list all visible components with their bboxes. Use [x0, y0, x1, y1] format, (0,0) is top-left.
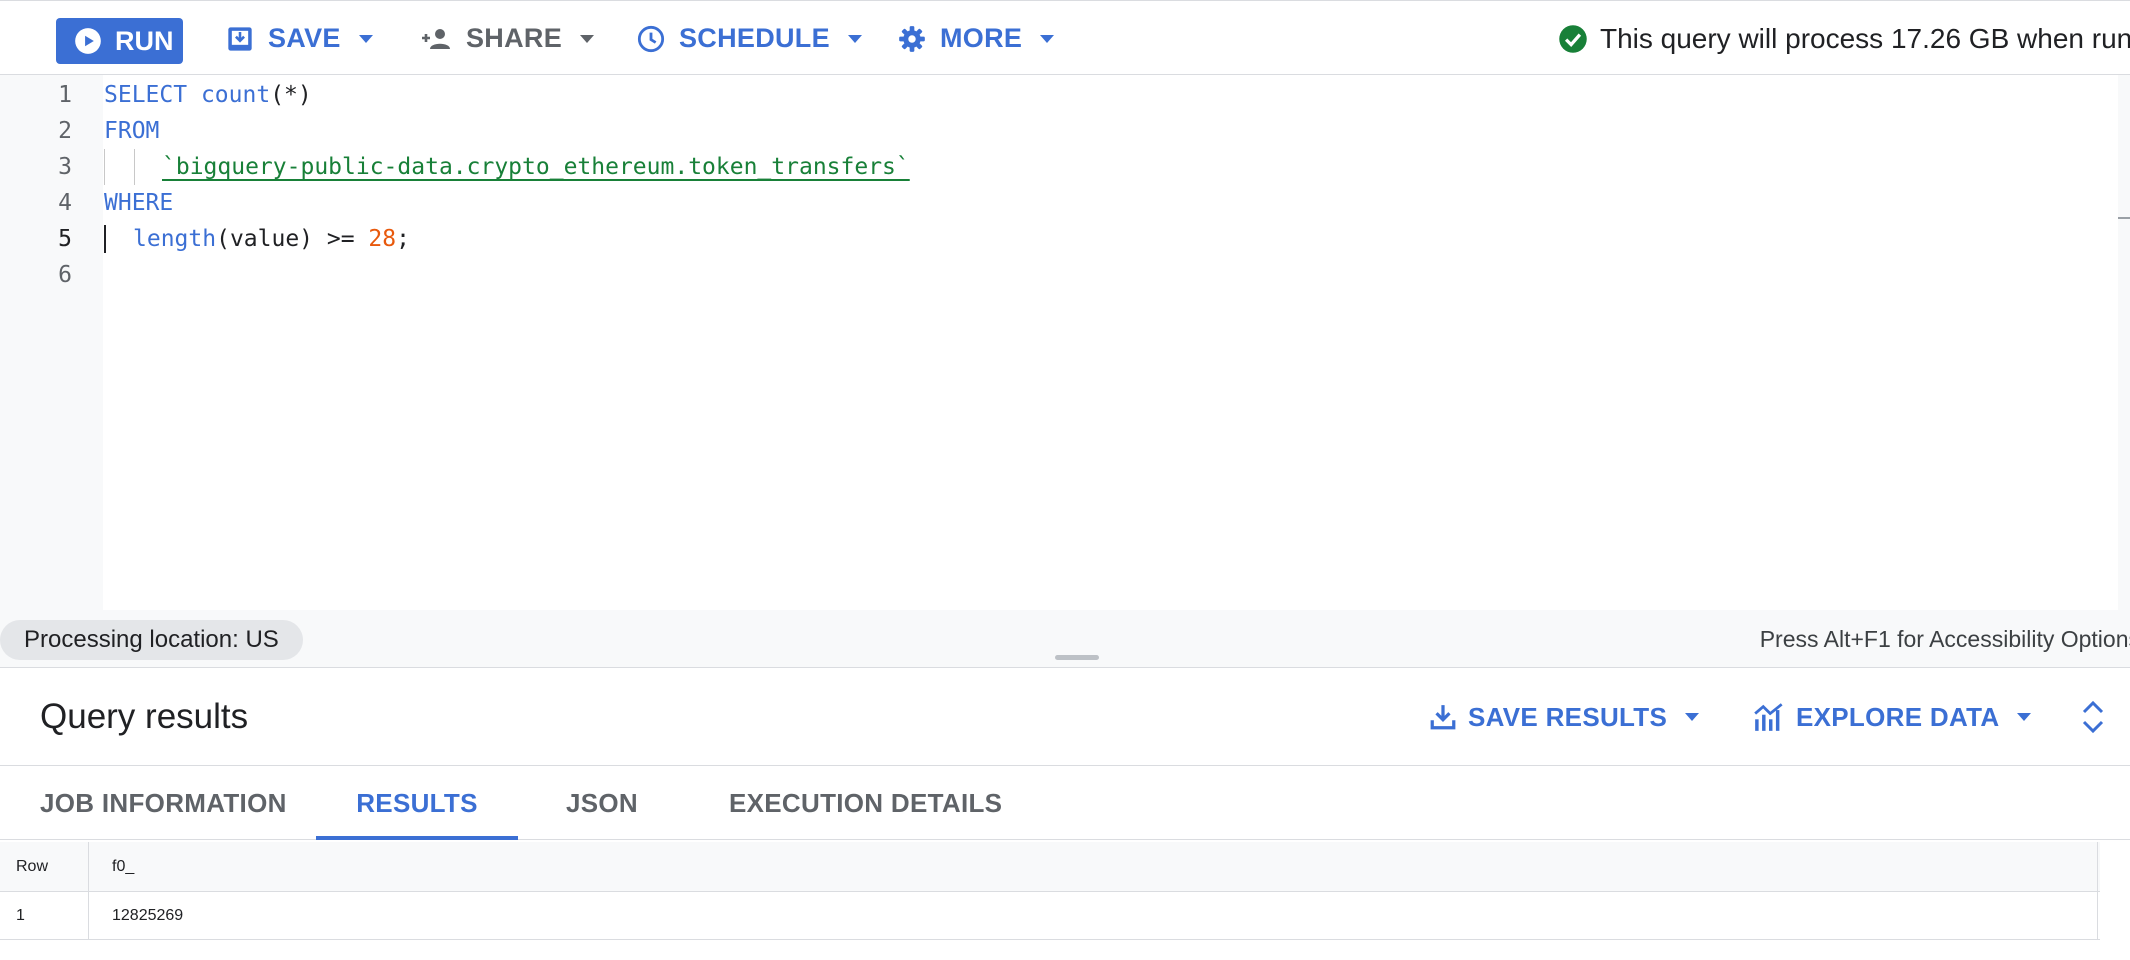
code-line-1: SELECT count(*) [104, 77, 312, 113]
check-circle-icon [1559, 24, 1587, 53]
more-label: MORE [940, 23, 1023, 53]
validator-text: This query will process 17.26 GB when ru… [1599, 22, 2130, 54]
row-number-cell: 1 [16, 906, 25, 924]
code-line-3: `bigquery-public-data.crypto_ethereum.to… [162, 149, 910, 185]
tab-label: EXECUTION DETAILS [729, 787, 1003, 818]
chevron-down-icon [358, 34, 373, 43]
chart-analytics-icon [1754, 703, 1783, 731]
line-number-active: 5 [58, 226, 72, 252]
sql-editor[interactable]: 1 2 3 4 5 6 SELECT count(*) FROM `bigque… [0, 75, 2130, 610]
gear-icon [899, 25, 925, 52]
line-number: 1 [58, 82, 72, 108]
code-text: ; [396, 226, 410, 252]
query-toolbar: RUN SAVE SHARE SCHEDULE MORE This query … [0, 0, 2130, 75]
schedule-button[interactable]: SCHEDULE [637, 1, 862, 76]
results-header: Query results SAVE RESULTS EXPLORE DATA [0, 668, 2130, 766]
line-number: 2 [58, 118, 72, 144]
clock-icon [637, 25, 665, 52]
value-cell[interactable]: 12825269 [112, 892, 183, 939]
table-row: 1 12825269 [0, 892, 2100, 940]
keyword-where: WHERE [104, 190, 174, 216]
column-header-row: Row [16, 857, 49, 875]
number-literal: 28 [368, 226, 397, 252]
code-text: (value) >= [216, 226, 369, 252]
chevron-down-icon [1040, 34, 1055, 43]
processing-location-text: Processing location: US [24, 626, 279, 653]
download-icon [1430, 705, 1456, 730]
function-count: count [200, 82, 271, 108]
tab-label: RESULTS [356, 787, 478, 818]
table-header-row: Row f0_ [0, 842, 2100, 892]
line-number: 6 [58, 262, 72, 288]
save-results-label: SAVE RESULTS [1468, 701, 1668, 732]
save-results-button[interactable]: SAVE RESULTS [1430, 668, 1700, 766]
save-label: SAVE [268, 23, 341, 53]
schedule-label: SCHEDULE [679, 23, 830, 53]
table-reference-link[interactable]: `bigquery-public-data.crypto_ethereum.to… [162, 154, 910, 180]
accessibility-hint: Press Alt+F1 for Accessibility Options [1759, 625, 2130, 652]
results-tabs: JOB INFORMATION RESULTS JSON EXECUTION D… [0, 766, 2130, 840]
editor-status-bar: Processing location: US Press Alt+F1 for… [0, 610, 2130, 668]
chevron-down-icon [2017, 713, 2032, 721]
play-icon [75, 28, 101, 54]
expand-collapse-icon[interactable] [2081, 700, 2105, 734]
text-cursor [104, 225, 106, 253]
tab-label: JOB INFORMATION [40, 787, 287, 818]
resize-drag-handle[interactable] [1055, 655, 1099, 660]
run-button[interactable]: RUN [56, 18, 183, 64]
share-label: SHARE [466, 23, 563, 53]
explore-data-button[interactable]: EXPLORE DATA [1754, 668, 2032, 766]
query-validator: This query will process 17.26 GB when ru… [1558, 1, 2130, 76]
processing-location-chip[interactable]: Processing location: US [0, 620, 303, 660]
more-button[interactable]: MORE [898, 1, 1055, 76]
tab-results[interactable]: RESULTS [316, 766, 518, 840]
column-header-f0[interactable]: f0_ [112, 842, 134, 891]
share-button[interactable]: SHARE [420, 1, 595, 76]
code-line-4: WHERE [104, 185, 173, 221]
scrollbar-marker[interactable] [2118, 217, 2130, 219]
indent-guide [104, 149, 105, 185]
column-divider [2097, 842, 2098, 940]
chevron-down-icon [1685, 713, 1700, 721]
chevron-down-icon [580, 34, 595, 43]
tab-label: JSON [566, 787, 639, 818]
keyword-from: FROM [104, 118, 160, 144]
code-line-5: length(value) >= 28; [133, 221, 410, 257]
line-number: 3 [58, 154, 72, 180]
indent-guide [134, 149, 135, 185]
chevron-down-icon [847, 34, 862, 43]
function-length: length [133, 226, 217, 252]
line-number-gutter: 1 2 3 4 5 6 [0, 75, 103, 610]
column-divider [88, 842, 89, 940]
code-area[interactable]: SELECT count(*) FROM `bigquery-public-da… [103, 75, 2118, 610]
person-add-icon [422, 28, 450, 49]
line-number: 4 [58, 190, 72, 216]
keyword-select: SELECT [104, 82, 188, 108]
code-line-2: FROM [104, 113, 159, 149]
save-download-icon [228, 26, 252, 51]
explore-data-label: EXPLORE DATA [1796, 701, 2000, 732]
code-text: (*) [270, 82, 312, 108]
save-button[interactable]: SAVE [226, 1, 373, 76]
run-label: RUN [115, 25, 174, 56]
results-title: Query results [40, 697, 249, 736]
